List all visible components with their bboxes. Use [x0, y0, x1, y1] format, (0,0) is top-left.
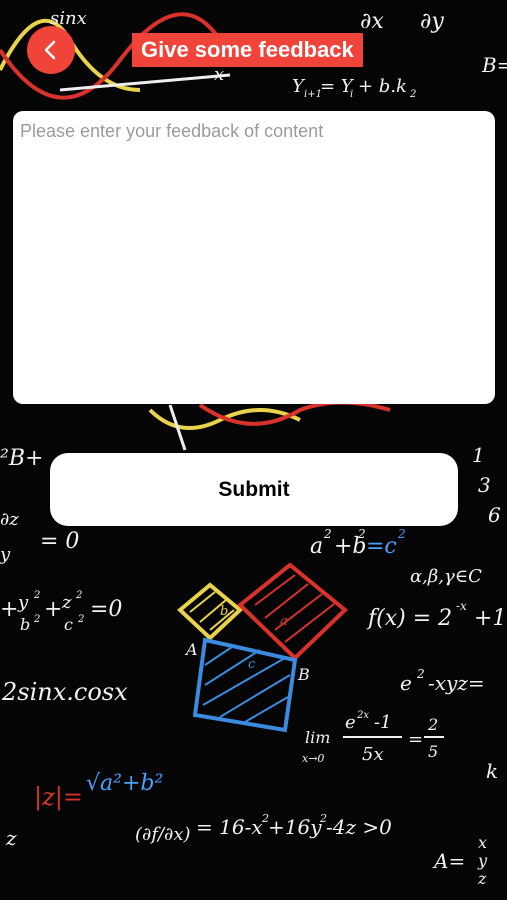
- svg-text:-4z >0: -4z >0: [326, 815, 392, 839]
- svg-text:2: 2: [427, 715, 438, 734]
- svg-text:²B+: ²B+: [0, 446, 43, 471]
- svg-text:|z|=: |z|=: [34, 783, 83, 812]
- svg-text:+ b.k: + b.k: [358, 76, 407, 97]
- svg-text:z: z: [477, 869, 487, 888]
- chevron-left-icon: [44, 40, 56, 60]
- svg-text:5x: 5x: [362, 744, 384, 765]
- svg-text:+16y: +16y: [268, 815, 322, 839]
- svg-text:B=: B=: [481, 53, 507, 77]
- svg-text:x: x: [214, 64, 224, 85]
- svg-text:2sinx.cosx: 2sinx.cosx: [1, 678, 128, 706]
- svg-text:y: y: [0, 544, 11, 565]
- svg-text:x→0: x→0: [302, 752, 324, 765]
- svg-text:6: 6: [488, 503, 501, 527]
- svg-text:A: A: [184, 640, 198, 659]
- svg-text:2: 2: [75, 590, 82, 601]
- page-title: Give some feedback: [132, 33, 363, 67]
- svg-text:z: z: [61, 592, 72, 613]
- svg-text:1: 1: [472, 443, 485, 467]
- svg-text:e: e: [400, 671, 412, 695]
- svg-text:z: z: [5, 826, 17, 850]
- svg-text:b: b: [220, 604, 228, 619]
- svg-text:2: 2: [33, 614, 40, 625]
- svg-text:lim: lim: [305, 728, 330, 747]
- svg-text:5: 5: [428, 742, 438, 761]
- svg-text:A=: A=: [432, 849, 465, 873]
- svg-text:c: c: [64, 615, 73, 634]
- svg-text:B: B: [297, 665, 310, 684]
- svg-text:a: a: [280, 614, 288, 629]
- svg-text:∂x: ∂x: [360, 9, 384, 34]
- svg-text:2: 2: [77, 614, 84, 625]
- svg-text:= 16-x: = 16-x: [196, 815, 263, 839]
- svg-text:e: e: [345, 712, 356, 733]
- svg-text:=c: =c: [366, 534, 397, 559]
- svg-text:3: 3: [478, 473, 491, 497]
- svg-text:∂z: ∂z: [0, 509, 19, 530]
- svg-text:√a²+b²: √a²+b²: [86, 771, 163, 796]
- svg-text:2: 2: [357, 527, 366, 541]
- svg-text:α,β,γ∈C: α,β,γ∈C: [410, 566, 482, 587]
- svg-text:k: k: [486, 759, 498, 783]
- svg-text:=0: =0: [90, 597, 122, 622]
- back-button[interactable]: [27, 26, 75, 74]
- svg-text:i: i: [350, 89, 353, 100]
- svg-text:2: 2: [33, 590, 40, 601]
- svg-text:2x: 2x: [356, 710, 369, 721]
- svg-text:c: c: [248, 657, 256, 672]
- svg-text:y: y: [17, 592, 29, 613]
- svg-text:=: =: [408, 729, 423, 750]
- svg-text:x: x: [478, 833, 487, 852]
- svg-text:-1: -1: [374, 712, 392, 733]
- svg-text:+: +: [44, 597, 62, 622]
- feedback-input[interactable]: [13, 111, 495, 404]
- svg-text:f(x) = 2: f(x) = 2: [366, 606, 452, 631]
- svg-text:-xyz=: -xyz=: [428, 671, 485, 695]
- svg-text:+: +: [0, 597, 18, 622]
- svg-text:2: 2: [409, 89, 416, 100]
- svg-text:∂y: ∂y: [420, 9, 444, 34]
- svg-text:a: a: [310, 534, 323, 559]
- svg-text:(∂f/∂x): (∂f/∂x): [135, 824, 191, 845]
- svg-text:2: 2: [323, 527, 332, 541]
- svg-text:2: 2: [397, 527, 406, 541]
- svg-text:= 0: = 0: [40, 529, 79, 554]
- svg-text:-x: -x: [456, 599, 467, 613]
- svg-text:y: y: [477, 851, 488, 870]
- svg-text:+1,: +1,: [474, 606, 507, 631]
- svg-text:b: b: [20, 615, 30, 634]
- submit-button[interactable]: Submit: [50, 453, 458, 526]
- svg-text:2: 2: [416, 667, 425, 681]
